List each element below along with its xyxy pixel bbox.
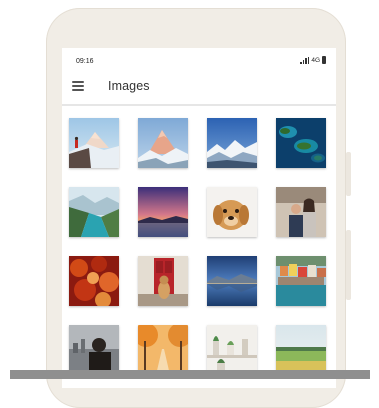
gallery-thumbnail-autumn-path[interactable] [138,325,188,375]
gallery-thumbnail-fjord[interactable] [69,187,119,237]
gallery-thumbnail-dog-at-door[interactable] [138,256,188,306]
lake-reflection-photo [207,256,257,306]
gallery-thumbnail-coastal-village[interactable] [276,256,326,306]
autumn-leaves-photo [69,256,119,306]
status-time: 09:16 [76,58,94,65]
app-bar: Images [62,72,336,106]
signal-icon [300,56,310,64]
gallery-thumbnail-dog[interactable] [207,187,257,237]
person-city-view-photo [69,325,119,375]
gallery-thumbnail-mountain-hiker[interactable] [69,118,119,168]
gallery-thumbnail-alpine-range[interactable] [207,118,257,168]
gallery-thumbnail-couple[interactable] [276,187,326,237]
alpine-range-photo [207,118,257,168]
phone-volume-button [346,230,351,300]
mountain-hiker-photo [69,118,119,168]
bottom-bar [10,370,370,379]
dog-photo [207,187,257,237]
phone-side-button [346,152,351,196]
gallery-thumbnail-lake-reflection[interactable] [207,256,257,306]
island-aerial-photo [276,118,326,168]
gallery-thumbnail-snowy-peak[interactable] [138,118,188,168]
fjord-photo [69,187,119,237]
autumn-path-photo [138,325,188,375]
phone-screen: 09:16 4G Images [62,48,336,388]
gallery-thumbnail-island-aerial[interactable] [276,118,326,168]
gallery-thumbnail-field-horizon[interactable] [276,325,326,375]
couple-photo [276,187,326,237]
sunset-lake-photo [138,187,188,237]
battery-icon [322,56,326,64]
hamburger-menu-icon[interactable] [72,79,86,91]
shelf-plants-photo [207,325,257,375]
network-type: 4G [311,56,320,64]
field-horizon-photo [276,325,326,375]
snowy-peak-photo [138,118,188,168]
page-title: Images [108,79,150,93]
dog-at-door-photo [138,256,188,306]
coastal-village-photo [276,256,326,306]
gallery-thumbnail-shelf-plants[interactable] [207,325,257,375]
status-icons: 4G [300,56,326,64]
gallery-thumbnail-sunset-lake[interactable] [138,187,188,237]
status-bar: 09:16 4G [62,48,336,72]
gallery-thumbnail-autumn-leaves[interactable] [69,256,119,306]
gallery-thumbnail-person-city-view[interactable] [69,325,119,375]
